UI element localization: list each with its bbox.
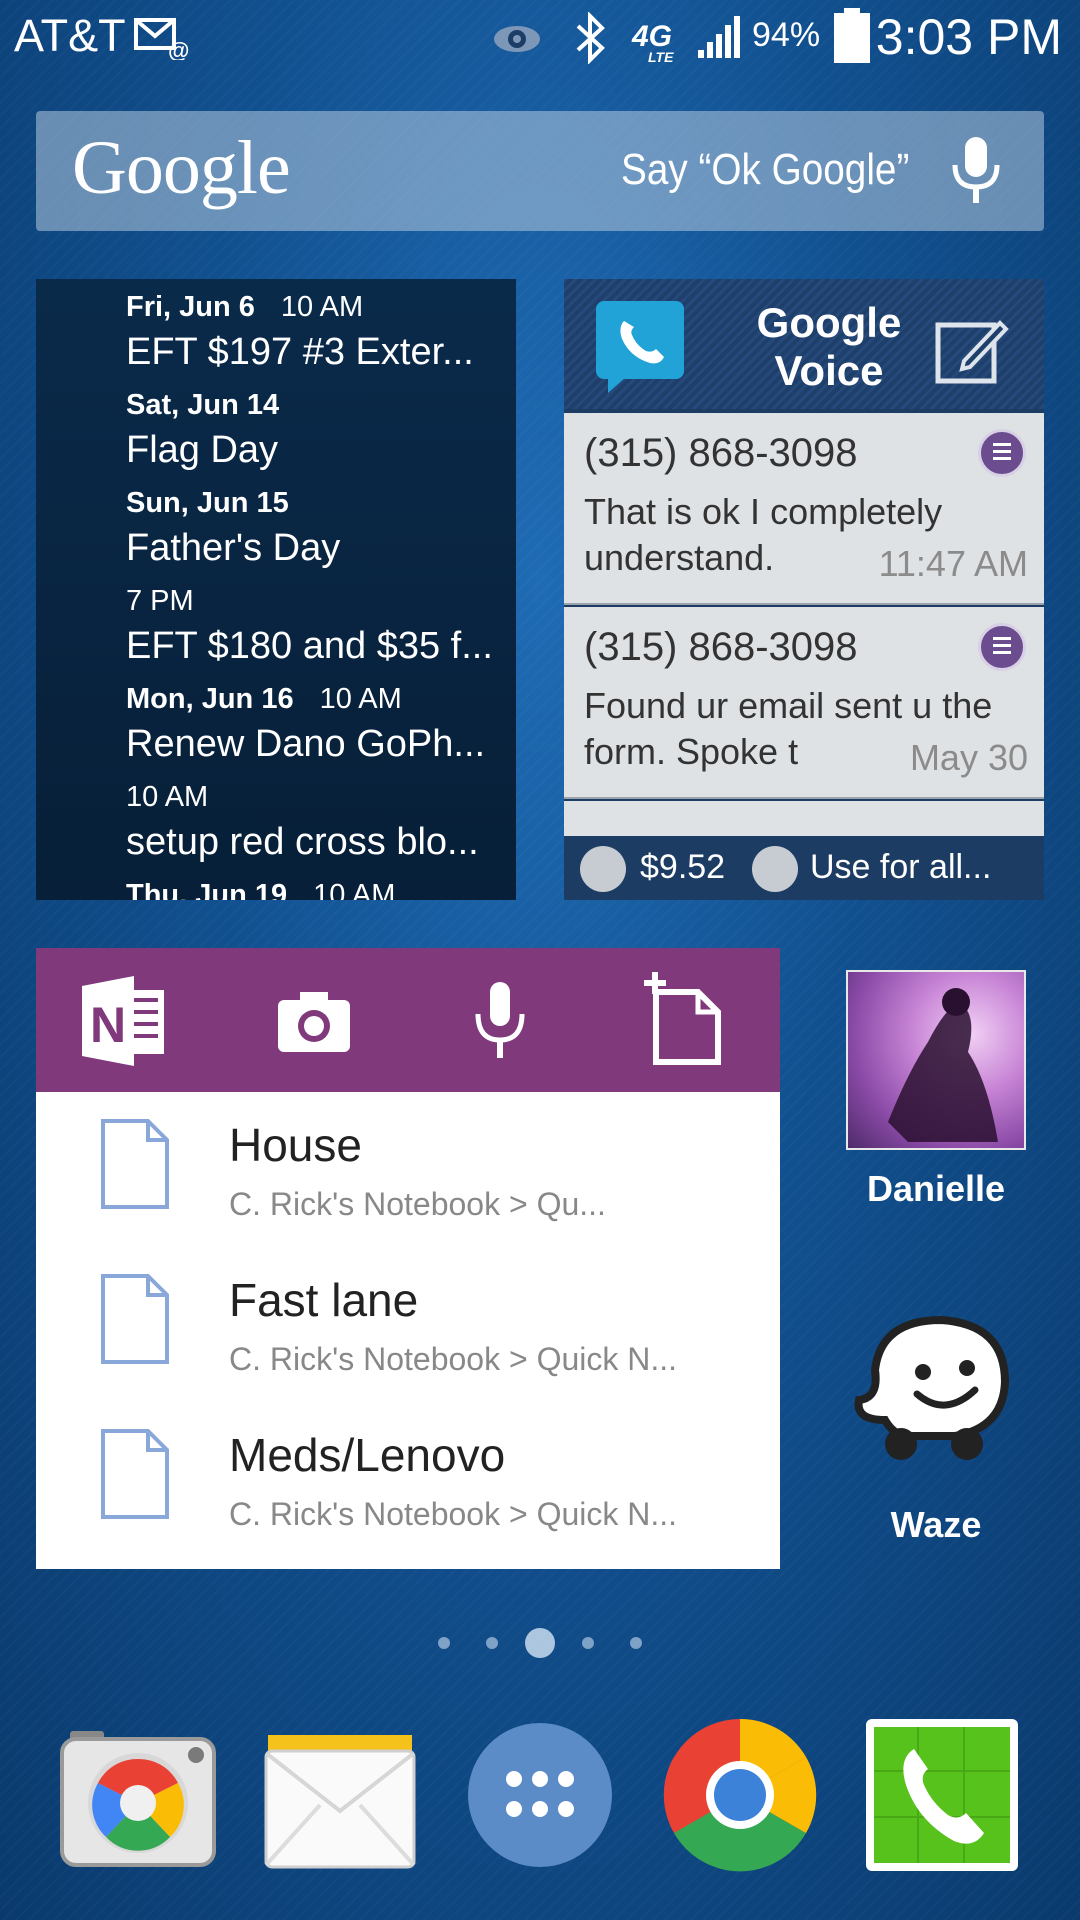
message-menu-icon[interactable] [978, 429, 1026, 477]
compose-icon[interactable] [934, 313, 1010, 385]
note-title: Meds/Lenovo [229, 1429, 506, 1481]
calendar-event[interactable]: EFT $197 #3 Exter... [126, 331, 474, 374]
page-indicator-dot[interactable] [486, 1637, 498, 1649]
signal-icon [698, 16, 740, 58]
google-voice-widget[interactable]: Google Voice (315) 868-3098 That is ok I… [564, 279, 1044, 900]
voice-message-item-partial[interactable] [564, 801, 1044, 836]
clock: 3:03 PM [875, 9, 1062, 65]
google-voice-title: Google Voice [756, 299, 902, 394]
carrier-label: AT&T [14, 10, 126, 61]
message-time: May 30 [909, 737, 1028, 778]
message-number: (315) 868-3098 [584, 625, 858, 669]
calendar-event[interactable]: Father's Day [126, 527, 340, 570]
page-indicator-dot-active[interactable] [525, 1628, 555, 1658]
credit-icon [580, 846, 626, 892]
email-app-icon[interactable] [260, 1715, 420, 1875]
credit-balance[interactable]: $9.52 [640, 848, 725, 887]
note-list-item[interactable]: Meds/Lenovo C. Rick's Notebook > Quick N… [36, 1402, 780, 1557]
battery-icon [834, 8, 870, 63]
4g-lte-icon: 4G LTE [631, 20, 674, 64]
contact-shortcut-label[interactable]: Danielle [826, 1168, 1046, 1210]
eye-icon [494, 26, 540, 52]
message-number: (315) 868-3098 [584, 431, 858, 475]
calendar-widget[interactable]: Fri, Jun 6 10 AM EFT $197 #3 Exter... Sat… [36, 279, 516, 900]
calendar-time: 7 PM [126, 585, 194, 617]
page-indicator-dot[interactable] [438, 1637, 450, 1649]
onenote-widget[interactable]: N House C. Rick's Notebook > Qu... Fast … [36, 948, 780, 1569]
note-path: C. Rick's Notebook > Quick N... [229, 1496, 678, 1532]
note-path: C. Rick's Notebook > Quick N... [229, 1341, 678, 1377]
google-logo: Google [72, 126, 291, 210]
bluetooth-icon [576, 12, 605, 64]
microphone-icon[interactable] [450, 970, 550, 1070]
note-list-item[interactable]: Fast lane C. Rick's Notebook > Quick N..… [36, 1247, 780, 1402]
camera-icon[interactable] [264, 970, 364, 1070]
google-voice-logo-icon[interactable] [594, 299, 686, 395]
svg-text:N: N [90, 997, 126, 1053]
document-icon [101, 1429, 169, 1519]
calendar-event[interactable]: Renew Dano GoPh... [126, 723, 485, 766]
app-drawer-icon[interactable] [460, 1715, 620, 1875]
calendar-date: Mon, Jun 16 10 AM [126, 683, 402, 715]
note-title: Fast lane [229, 1274, 419, 1326]
microphone-icon[interactable] [941, 135, 1011, 207]
calendar-event[interactable]: setup red cross blo... [126, 821, 479, 864]
calendar-event[interactable]: EFT $180 and $35 f... [126, 625, 493, 668]
chrome-icon[interactable] [660, 1715, 820, 1875]
calendar-date: Sat, Jun 14 [126, 389, 280, 421]
note-path: C. Rick's Notebook > Qu... [229, 1186, 606, 1222]
battery-percent: 94% [752, 16, 821, 54]
note-list-item[interactable]: House C. Rick's Notebook > Qu... [36, 1092, 780, 1247]
page-indicator-dot[interactable] [582, 1637, 594, 1649]
phone-icon[interactable] [862, 1715, 1022, 1875]
calendar-date: Sun, Jun 15 [126, 487, 289, 519]
document-icon [101, 1119, 169, 1209]
contact-shortcut-photo[interactable] [846, 970, 1026, 1150]
message-time: 11:47 AM [878, 543, 1028, 584]
google-voice-header: Google Voice [564, 279, 1044, 409]
onenote-toolbar: N [36, 948, 780, 1092]
contact-photo-image [888, 988, 998, 1142]
google-search-bar[interactable]: Google Say “Ok Google” [36, 111, 1044, 231]
message-menu-icon[interactable] [978, 623, 1026, 671]
phone-small-icon [752, 846, 798, 892]
onenote-logo-icon[interactable]: N [76, 970, 176, 1070]
calendar-date: Fri, Jun 6 10 AM [126, 291, 364, 323]
svg-text:@: @ [168, 38, 189, 60]
page-indicator-dot[interactable] [630, 1637, 642, 1649]
svg-text:LTE: LTE [648, 49, 674, 64]
status-bar: AT&T @ 4G LTE 94% 3:03 PM [0, 0, 1080, 75]
waze-icon[interactable] [845, 1310, 1025, 1470]
document-icon [101, 1274, 169, 1364]
voice-message-item[interactable]: (315) 868-3098 Found ur email sent u the… [564, 607, 1044, 799]
voice-message-item[interactable]: (315) 868-3098 That is ok I completely u… [564, 413, 1044, 605]
waze-shortcut-label[interactable]: Waze [826, 1504, 1046, 1546]
calendar-date: Thu, Jun 19 10 AM [126, 879, 396, 900]
calendar-time: 10 AM [126, 781, 209, 813]
note-title: House [229, 1119, 362, 1171]
email-notification-icon: @ [134, 18, 189, 60]
google-voice-footer: $9.52 Use for all... [564, 836, 1044, 900]
new-note-icon[interactable] [636, 970, 736, 1070]
ok-google-hint: Say “Ok Google” [621, 145, 910, 194]
camera-app-icon[interactable] [58, 1715, 218, 1875]
call-setting[interactable]: Use for all... [810, 848, 991, 887]
calendar-event[interactable]: Flag Day [126, 429, 278, 472]
